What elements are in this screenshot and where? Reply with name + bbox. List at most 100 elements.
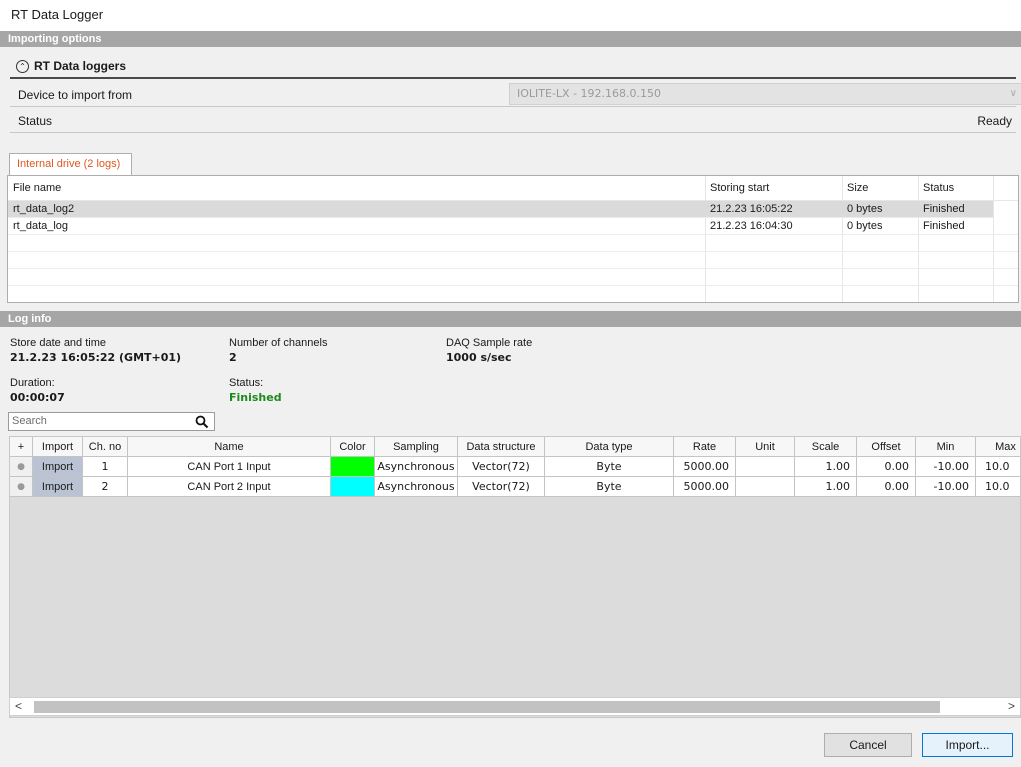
log-status-value: Finished bbox=[229, 391, 282, 404]
channel-color-swatch[interactable] bbox=[331, 477, 375, 497]
channel-sampling: Asynchronous bbox=[375, 477, 458, 497]
status-value: Ready bbox=[977, 114, 1012, 128]
file-size: 0 bytes bbox=[847, 203, 883, 215]
import-toggle-button[interactable]: Import bbox=[33, 457, 83, 477]
tab-internal-drive[interactable]: Internal drive (2 logs) bbox=[9, 153, 132, 175]
grid-header-row: + Import Ch. no Name Color Sampling Data… bbox=[10, 437, 1020, 457]
channel-min[interactable]: -10.00 bbox=[916, 477, 976, 497]
channel-offset[interactable]: 0.00 bbox=[857, 477, 916, 497]
device-label: Device to import from bbox=[18, 88, 133, 102]
file-storing-start: 21.2.23 16:05:22 bbox=[710, 203, 793, 215]
title-bar: RT Data Logger bbox=[0, 0, 1021, 31]
files-table: File name Storing start Size Status rt_d… bbox=[7, 175, 1019, 303]
empty-row bbox=[8, 235, 1018, 252]
channel-name[interactable]: CAN Port 2 Input bbox=[128, 477, 331, 497]
channel-max[interactable]: 10.0 bbox=[976, 477, 1020, 497]
search-input[interactable]: Search bbox=[8, 412, 215, 431]
column-header-data-type[interactable]: Data type bbox=[545, 437, 674, 457]
channel-data-structure: Vector(72) bbox=[458, 477, 545, 497]
rt-data-loggers-group[interactable]: ⌃ RT Data loggers bbox=[10, 57, 1016, 79]
search-icon[interactable] bbox=[195, 415, 209, 429]
column-header-offset[interactable]: Offset bbox=[857, 437, 916, 457]
group-title: RT Data loggers bbox=[34, 59, 127, 73]
file-row[interactable]: rt_data_log 21.2.23 16:04:30 0 bytes Fin… bbox=[8, 218, 1018, 235]
channels-label: Number of channels bbox=[229, 337, 328, 349]
log-status-label: Status: bbox=[229, 377, 264, 389]
file-size: 0 bytes bbox=[847, 220, 883, 232]
empty-row bbox=[8, 252, 1018, 269]
column-header-scale[interactable]: Scale bbox=[795, 437, 857, 457]
column-header-data-structure[interactable]: Data structure bbox=[458, 437, 545, 457]
channel-data-structure: Vector(72) bbox=[458, 457, 545, 477]
column-header-add[interactable]: + bbox=[10, 437, 33, 457]
window-title: RT Data Logger bbox=[11, 7, 104, 22]
column-header-ch-no[interactable]: Ch. no bbox=[83, 437, 128, 457]
channel-rate: 5000.00 bbox=[674, 457, 736, 477]
file-storing-start: 21.2.23 16:04:30 bbox=[710, 220, 793, 232]
import-toggle-button[interactable]: Import bbox=[33, 477, 83, 497]
channel-name[interactable]: CAN Port 1 Input bbox=[128, 457, 331, 477]
store-date-label: Store date and time bbox=[10, 337, 107, 349]
channel-max[interactable]: 10.0 bbox=[976, 457, 1020, 477]
device-row: Device to import from IOLITE-LX - 192.16… bbox=[10, 82, 1021, 107]
sample-rate-label: DAQ Sample rate bbox=[446, 337, 533, 349]
channel-sampling: Asynchronous bbox=[375, 457, 458, 477]
duration-value: 00:00:07 bbox=[10, 391, 65, 404]
sample-rate-value: 1000 s/sec bbox=[446, 351, 512, 364]
file-name: rt_data_log bbox=[13, 220, 69, 232]
status-label: Status bbox=[18, 114, 53, 128]
empty-row bbox=[8, 269, 1018, 286]
column-header-min[interactable]: Min bbox=[916, 437, 976, 457]
cancel-button[interactable]: Cancel bbox=[824, 733, 912, 757]
file-status: Finished bbox=[923, 203, 965, 215]
status-row: Status Ready bbox=[10, 108, 1016, 133]
file-status: Finished bbox=[923, 220, 965, 232]
device-select[interactable]: IOLITE-LX - 192.168.0.150 ∨ bbox=[509, 83, 1021, 105]
chevron-down-icon: ∨ bbox=[1009, 88, 1017, 99]
channel-scale[interactable]: 1.00 bbox=[795, 477, 857, 497]
log-info-header: Log info bbox=[0, 311, 1021, 327]
channel-min[interactable]: -10.00 bbox=[916, 457, 976, 477]
channel-data-type: Byte bbox=[545, 457, 674, 477]
row-indicator-icon: ● bbox=[10, 457, 33, 477]
duration-label: Duration: bbox=[10, 377, 55, 389]
channels-value: 2 bbox=[229, 351, 237, 364]
column-header-size[interactable]: Size bbox=[842, 176, 868, 201]
column-header-color[interactable]: Color bbox=[331, 437, 375, 457]
column-header-rate[interactable]: Rate bbox=[674, 437, 736, 457]
column-header-import[interactable]: Import bbox=[33, 437, 83, 457]
row-indicator-icon: ● bbox=[10, 477, 33, 497]
channel-color-swatch[interactable] bbox=[331, 457, 375, 477]
search-placeholder: Search bbox=[12, 415, 47, 427]
scrollbar-thumb[interactable] bbox=[34, 701, 940, 713]
importing-options-header: Importing options bbox=[0, 31, 1021, 47]
device-value: IOLITE-LX - 192.168.0.150 bbox=[517, 87, 662, 100]
importing-options-panel: ⌃ RT Data loggers Device to import from … bbox=[0, 47, 1021, 149]
store-date-value: 21.2.23 16:05:22 (GMT+01) bbox=[10, 351, 182, 364]
channels-grid: + Import Ch. no Name Color Sampling Data… bbox=[9, 436, 1021, 718]
channel-number: 2 bbox=[83, 477, 128, 497]
channel-number: 1 bbox=[83, 457, 128, 477]
scroll-right-arrow-icon[interactable]: > bbox=[1008, 699, 1015, 713]
column-header-status[interactable]: Status bbox=[918, 176, 954, 201]
channel-row[interactable]: ● Import 2 CAN Port 2 Input Asynchronous… bbox=[10, 477, 1020, 497]
column-header-max[interactable]: Max bbox=[976, 437, 1020, 457]
horizontal-scrollbar[interactable]: < > bbox=[9, 697, 1021, 716]
column-header-sampling[interactable]: Sampling bbox=[375, 437, 458, 457]
column-header-storing-start[interactable]: Storing start bbox=[705, 176, 769, 201]
file-row[interactable]: rt_data_log2 21.2.23 16:05:22 0 bytes Fi… bbox=[8, 201, 993, 218]
channel-rate: 5000.00 bbox=[674, 477, 736, 497]
channel-row[interactable]: ● Import 1 CAN Port 1 Input Asynchronous… bbox=[10, 457, 1020, 477]
scroll-left-arrow-icon[interactable]: < bbox=[15, 699, 22, 713]
column-header-name[interactable]: Name bbox=[128, 437, 331, 457]
column-header-file-name[interactable]: File name bbox=[8, 176, 61, 201]
channel-scale[interactable]: 1.00 bbox=[795, 457, 857, 477]
channel-unit[interactable] bbox=[736, 457, 795, 477]
channel-offset[interactable]: 0.00 bbox=[857, 457, 916, 477]
channel-unit[interactable] bbox=[736, 477, 795, 497]
file-name: rt_data_log2 bbox=[13, 203, 75, 215]
files-header-row: File name Storing start Size Status bbox=[8, 176, 1018, 201]
collapse-chevron-icon[interactable]: ⌃ bbox=[16, 60, 29, 73]
import-button[interactable]: Import... bbox=[922, 733, 1013, 757]
column-header-unit[interactable]: Unit bbox=[736, 437, 795, 457]
